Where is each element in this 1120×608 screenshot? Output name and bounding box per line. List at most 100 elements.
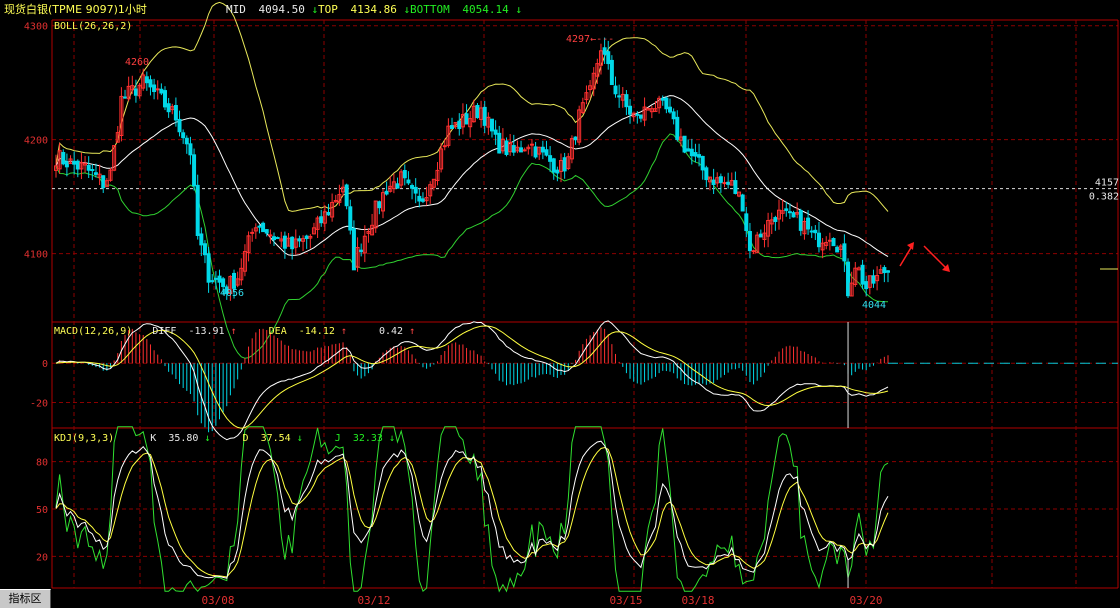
j-arrow-icon: ↓ [388,433,396,444]
candle-down [860,264,865,285]
candle-down [533,146,538,158]
macd-tick-label: 0 [42,359,48,370]
candle-down [482,106,487,126]
price-tick-label: 4100 [24,250,48,261]
candle-down [816,232,821,248]
bottom-arrow-icon: ↓ [515,3,522,16]
candle-down [217,275,222,283]
candle-down [319,216,324,224]
candle-down [638,114,643,119]
candle-down [744,213,749,232]
forecast-down-arrow-shaft [923,245,947,269]
candle-down [846,261,851,297]
chart-canvas[interactable]: 4300 4200 4100 0 -20 80 50 20 03/08 03/12 03/15 03/… [0,0,1120,607]
candle-down [540,146,545,153]
candle-down [475,104,480,119]
candle-down [555,169,560,174]
candle-down [166,103,171,113]
candle-down [809,230,814,233]
candle-down [871,275,876,284]
candle-down [232,272,237,289]
candle-down [192,154,197,187]
candle-down [159,88,164,94]
candle-down [420,198,425,202]
date-tick-label: 03/12 [357,594,390,607]
date-tick-label: 03/15 [609,594,642,607]
candle-up [522,149,527,152]
candle-down [787,211,792,214]
candle-down [344,184,349,207]
candle-up [155,88,160,91]
candle-down [257,225,262,228]
candle-down [886,270,890,273]
candle-down [177,118,182,133]
candle-down [261,222,266,233]
macd-tick-label: -20 [30,398,48,409]
candle-down [813,229,818,234]
candle-down [181,132,186,139]
candle-down [551,158,556,173]
price-tick-label: 4200 [24,136,48,147]
grid-lines [51,19,1119,589]
candle-down [188,143,193,156]
candle-down [660,98,665,101]
level-ratio-label: 0.382 [1089,192,1119,203]
candle-up [751,250,756,253]
d-line [55,446,889,578]
candle-down [798,210,803,231]
candle-down [144,76,149,84]
candle-down [86,164,91,171]
candle-down [704,167,709,181]
candle-down [213,277,218,280]
candle-down [210,280,215,283]
top-value: 4134.86 [350,3,397,16]
candle-down [864,281,869,290]
mid-label: MID [226,3,246,16]
candle-down [733,180,738,194]
candle-down [671,111,676,120]
candle-down [297,238,302,242]
bollinger-bands [55,1,889,359]
candle-down [72,160,77,165]
boll-indicator-name: BOLL(26,26,2) [54,21,133,32]
candle-down [835,246,840,253]
candle-up [827,239,832,242]
candle-down [271,236,276,241]
candle-down [689,148,694,157]
candle-down [384,190,389,195]
candle-down [450,125,455,129]
candle-up [250,231,255,234]
dea-line [55,325,889,429]
candle-down [806,217,811,230]
candlestick-series [54,37,890,301]
candle-down [413,186,418,194]
candle-down [635,113,640,116]
candle-down [93,172,98,175]
bottom-label: BOTTOM [410,3,450,16]
macd-arrow-icon: ↑ [409,326,416,337]
candle-down [162,90,167,108]
macd-name: MACD(12,26,9) [54,326,133,337]
candle-down [628,105,633,115]
candle-down [617,95,622,98]
candle-down [61,152,66,165]
candle-down [511,145,516,153]
diff-value: -13.91 [188,326,225,337]
candle-down [275,237,280,240]
d-label: D [242,433,249,444]
annotation-high-4297: 4297←--- [566,34,614,45]
candle-down [519,147,524,153]
indicator-area-tab[interactable]: 指标区 [0,589,51,608]
level-value-label: 4157 [1095,178,1119,189]
candle-down [148,79,153,88]
date-tick-label: 03/08 [201,594,234,607]
bottom-readout: BOTTOM 4054.14 ↓ [410,2,522,18]
k-label: K [150,433,157,444]
diff-label: DIFF [152,326,177,337]
diff-arrow-icon: ↑ [230,326,237,337]
candle-down [882,267,887,274]
top-readout: TOP 4134.86 ↓ [318,2,410,18]
candle-down [101,175,106,189]
candle-down [75,160,80,170]
candle-down [133,88,138,96]
